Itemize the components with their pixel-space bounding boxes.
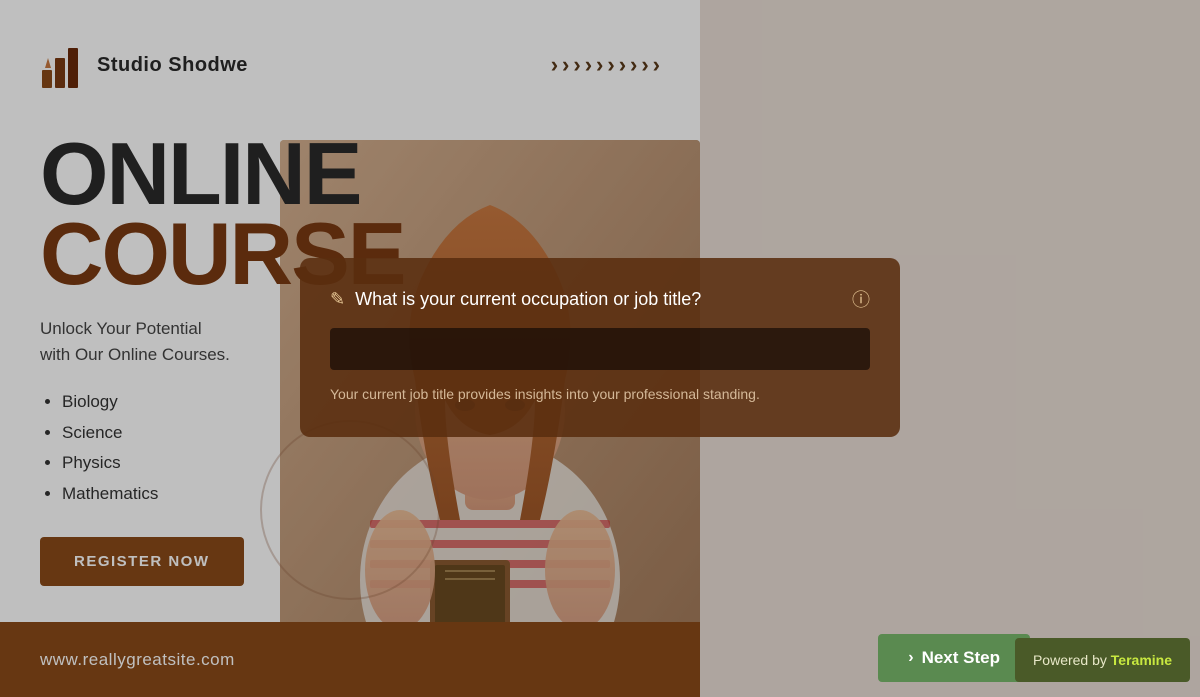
info-icon[interactable]: ⓘ (852, 286, 870, 312)
next-step-label: Next Step (922, 648, 1000, 668)
next-step-chevron: › (908, 649, 913, 667)
occupation-input[interactable] (330, 328, 870, 370)
powered-by: Powered by Teramine (1015, 638, 1190, 682)
next-step-button[interactable]: › Next Step (878, 634, 1030, 682)
powered-by-prefix: Powered by (1033, 652, 1107, 668)
edit-icon: ✎ (330, 289, 345, 310)
modal-hint: Your current job title provides insights… (330, 384, 870, 405)
occupation-modal: ✎ What is your current occupation or job… (300, 258, 900, 437)
powered-by-brand: Teramine (1111, 652, 1172, 668)
modal-question-row: ✎ What is your current occupation or job… (330, 286, 870, 312)
modal-question-text: What is your current occupation or job t… (355, 289, 842, 310)
